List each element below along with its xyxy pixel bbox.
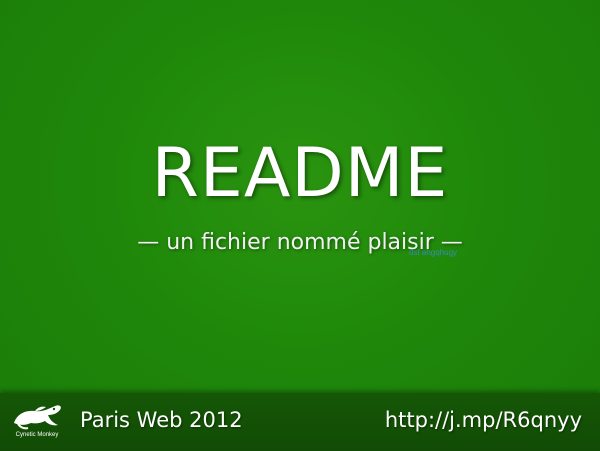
cynetic-monkey-logo-icon: Cynetic Monkey <box>9 401 65 447</box>
event-name: Paris Web 2012 <box>80 408 243 432</box>
logo-label: Cynetic Monkey <box>15 432 59 438</box>
slide-title: README <box>151 134 449 213</box>
short-url-link[interactable]: http://j.mp/R6qnyy <box>385 406 582 434</box>
presentation-slide: README — un fichier nommé plaisir — dsf … <box>0 0 600 451</box>
slide-subtitle: — un fichier nommé plaisir — <box>137 230 463 255</box>
watermark-text: dsf ahgqhugy <box>409 248 458 257</box>
footer-bar: Cynetic Monkey Paris Web 2012 http://j.m… <box>0 393 600 451</box>
